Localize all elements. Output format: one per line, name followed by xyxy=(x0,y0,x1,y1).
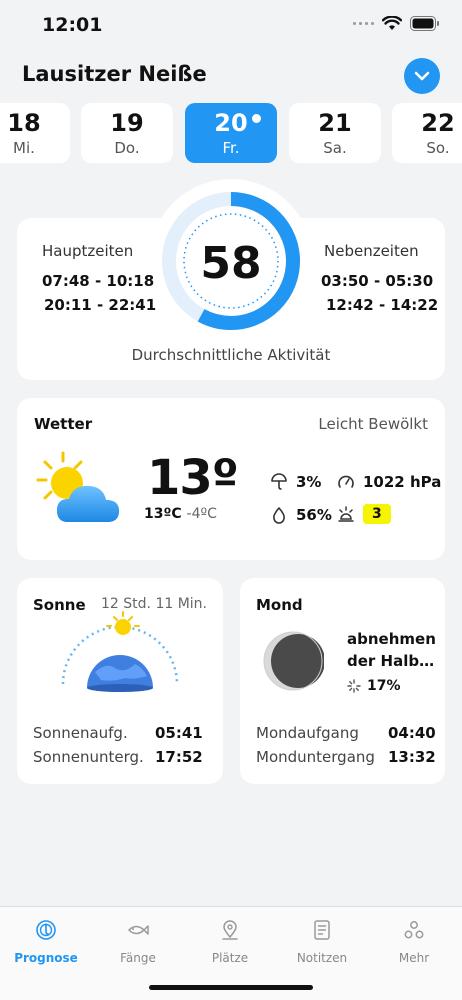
battery-icon xyxy=(410,16,439,31)
weather-condition: Leicht Bewölkt xyxy=(318,415,428,433)
humidity-metric: 56% xyxy=(270,506,332,524)
humidity-value: 56% xyxy=(296,506,332,524)
date-weekday: So. xyxy=(426,139,450,157)
rain-value: 3% xyxy=(296,473,322,491)
date-day: 20 xyxy=(214,109,248,137)
moon-illumination-value: 17% xyxy=(367,678,401,694)
tab-label: Mehr xyxy=(398,951,430,965)
major-time: 20:11 - 22:41 xyxy=(44,296,157,314)
droplet-icon xyxy=(273,507,285,524)
pressure-value: 1022 hPa xyxy=(363,473,442,491)
minor-time: 12:42 - 14:22 xyxy=(326,296,439,314)
more-icon xyxy=(404,921,424,939)
map-pin-icon xyxy=(222,920,238,940)
date-card[interactable]: 18 Mi. xyxy=(0,103,70,163)
wifi-icon xyxy=(382,16,402,30)
date-card[interactable]: 21 Sa. xyxy=(289,103,381,163)
moon-phase-name: abnehmen der Halb… xyxy=(347,630,436,670)
sun-card[interactable]: Sonne 12 Std. 11 Min. Sonnenaufg. 05:41 … xyxy=(17,578,223,784)
moonrise-label: Mondaufgang xyxy=(256,724,359,742)
fish-activity-icon xyxy=(338,506,354,522)
loading-dots-icon xyxy=(347,679,361,693)
location-dropdown-button[interactable] xyxy=(404,58,440,94)
notes-icon xyxy=(314,920,330,940)
moon-title: Mond xyxy=(256,596,303,614)
tab-label: Fänge xyxy=(120,951,156,965)
sunrise-label: Sonnenaufg. xyxy=(33,724,128,742)
date-day: 19 xyxy=(110,109,144,137)
moon-phase-icon xyxy=(263,631,324,691)
pressure-metric: 1022 hPa xyxy=(337,473,441,491)
header: Lausitzer Neiße xyxy=(22,58,440,94)
date-selector: 18 Mi. 19 Do. 20 Fr. 21 Sa. 22 So. xyxy=(0,103,462,163)
moonset-time: 13:32 xyxy=(388,748,436,766)
date-weekday: Fr. xyxy=(222,139,240,157)
weather-card[interactable]: Wetter Leicht Bewölkt 13º 13ºC -4ºC 3% 1… xyxy=(17,398,445,560)
date-card-selected[interactable]: 20 Fr. xyxy=(185,103,277,163)
minor-time: 03:50 - 05:30 xyxy=(321,272,434,290)
signal-icon xyxy=(353,22,374,25)
date-weekday: Mi. xyxy=(13,139,35,157)
tab-label: Plätze xyxy=(211,951,249,965)
activity-label: Durchschnittliche Aktivität xyxy=(131,346,331,364)
sunset-label: Sonnenunterg. xyxy=(33,748,144,766)
major-time: 07:48 - 10:18 xyxy=(42,272,155,290)
rain-metric: 3% xyxy=(270,473,321,491)
date-day: 22 xyxy=(421,109,455,137)
tab-label: Prognose xyxy=(14,951,78,965)
gauge-icon xyxy=(338,475,354,488)
tab-plaetze[interactable]: Plätze xyxy=(184,919,276,965)
weather-title: Wetter xyxy=(34,415,93,433)
sunset-time: 17:52 xyxy=(155,748,203,766)
minor-times-title: Nebenzeiten xyxy=(324,242,419,260)
sunrise-time: 05:41 xyxy=(155,724,203,742)
tab-mehr[interactable]: Mehr xyxy=(368,919,460,965)
tab-label: Notitzen xyxy=(296,951,348,965)
moonrise-time: 04:40 xyxy=(388,724,436,742)
temperature-low: -4ºC xyxy=(186,506,217,522)
moon-card[interactable]: Mond abnehmen der Halb… 17% Mondaufgang … xyxy=(240,578,445,784)
moon-illumination: 17% xyxy=(347,678,401,694)
partly-cloudy-icon xyxy=(36,451,119,522)
sun-path-globe-icon xyxy=(61,611,179,692)
bite-index-badge: 3 xyxy=(363,504,391,524)
date-card[interactable]: 19 Do. xyxy=(81,103,173,163)
fish-icon xyxy=(127,925,149,935)
temperature-high: 13ºC xyxy=(144,506,182,522)
page-title: Lausitzer Neiße xyxy=(22,62,207,86)
bite-index-metric: 3 xyxy=(337,504,391,524)
current-temperature: 13º xyxy=(147,450,239,506)
status-bar: 12:01 xyxy=(0,0,462,50)
date-weekday: Sa. xyxy=(323,139,347,157)
today-dot xyxy=(252,114,261,123)
date-day: 18 xyxy=(7,109,41,137)
date-day: 21 xyxy=(318,109,352,137)
tab-prognose[interactable]: Prognose xyxy=(0,919,92,965)
temperature-range: 13ºC -4ºC xyxy=(144,506,217,522)
tab-faenge[interactable]: Fänge xyxy=(92,919,184,965)
moonset-label: Monduntergang xyxy=(256,748,375,766)
status-time: 12:01 xyxy=(42,14,103,36)
date-weekday: Do. xyxy=(114,139,140,157)
major-times-title: Hauptzeiten xyxy=(42,242,134,260)
chevron-down-icon xyxy=(414,71,430,81)
date-card[interactable]: 22 So. xyxy=(392,103,462,163)
activity-score: 58 xyxy=(200,238,262,289)
home-indicator xyxy=(149,985,313,990)
tab-notizen[interactable]: Notitzen xyxy=(276,919,368,965)
umbrella-icon xyxy=(271,473,287,490)
forecast-icon xyxy=(36,920,56,940)
